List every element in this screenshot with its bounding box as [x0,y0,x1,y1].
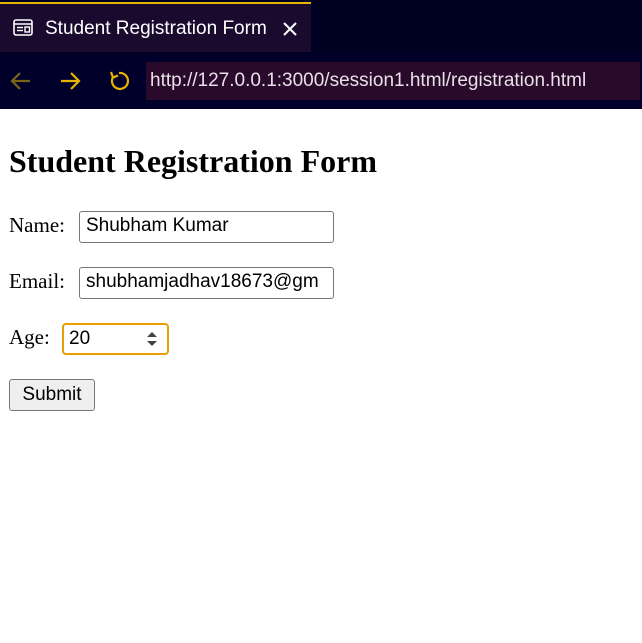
name-label: Name: [9,213,65,237]
email-input[interactable]: shubhamjadhav18673@gm [79,267,334,299]
age-value: 20 [69,328,91,349]
tab-title: Student Registration Form [45,18,267,39]
close-icon[interactable] [282,21,298,37]
browser-tab[interactable]: Student Registration Form [0,2,311,52]
age-input[interactable]: 20 [62,323,169,355]
name-input[interactable]: Shubham Kumar [79,211,334,243]
email-label: Email: [9,269,65,293]
arrow-left-icon[interactable] [8,68,34,94]
tab-bar: Student Registration Form [0,0,642,54]
page-title: Student Registration Form [9,143,377,179]
age-label: Age: [9,325,50,349]
address-bar[interactable]: http://127.0.0.1:3000/session1.html/regi… [146,62,640,100]
arrow-right-icon[interactable] [57,68,83,94]
reload-icon[interactable] [106,68,132,94]
submit-button[interactable]: Submit [9,379,95,411]
stepper-arrows-icon[interactable] [145,330,159,348]
navigation-bar: http://127.0.0.1:3000/session1.html/regi… [0,54,642,109]
page-icon [13,19,33,36]
